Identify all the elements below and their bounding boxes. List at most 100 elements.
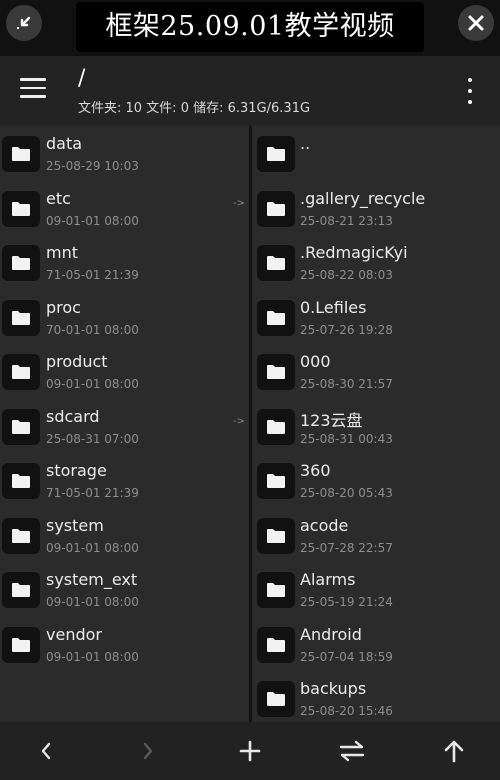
folder-icon — [257, 572, 295, 608]
file-date: 09-01-01 08:00 — [46, 649, 139, 664]
file-date: 70-01-01 08:00 — [46, 322, 139, 337]
file-date: 25-08-22 08:03 — [300, 268, 393, 282]
folder-icon — [257, 354, 295, 390]
file-name: backups — [300, 679, 367, 698]
file-name: 000 — [300, 352, 331, 371]
hamburger-menu-icon[interactable] — [20, 78, 48, 102]
folder-icon — [2, 136, 40, 172]
file-list-item[interactable]: sdcard 25-08-31 07:00 -> — [0, 399, 249, 454]
left-file-pane: data 25-08-29 10:03 etc 09-01-01 08:00 -> mnt… — [0, 126, 249, 722]
file-date: 09-01-01 08:00 — [46, 213, 139, 228]
file-list-item[interactable]: vendor 09-01-01 08:00 — [0, 617, 249, 672]
file-date: 09-01-01 08:00 — [46, 595, 139, 609]
file-name: .RedmagicKyi — [300, 243, 408, 262]
right-file-pane: .. .gallery_recycle 25-08-21 23:13 .Redmagi… — [252, 126, 500, 722]
file-date: 25-08-31 00:43 — [300, 431, 393, 446]
file-name: acode — [300, 515, 349, 535]
file-list-item[interactable]: Alarms 25-05-19 21:24 — [252, 562, 500, 617]
file-date: 25-05-19 21:24 — [300, 595, 393, 609]
file-list-item[interactable]: .RedmagicKyi 25-08-22 08:03 — [252, 235, 500, 290]
file-name: 360 — [300, 461, 331, 480]
file-name: .. — [300, 134, 311, 153]
file-list-item[interactable]: proc 70-01-01 08:00 — [0, 290, 249, 345]
folder-icon — [2, 626, 40, 663]
folder-icon — [2, 354, 40, 390]
file-list-item[interactable]: 360 25-08-20 05:43 — [252, 453, 500, 508]
file-name: sdcard — [46, 406, 100, 426]
folder-icon — [257, 190, 295, 227]
file-name: system_ext — [46, 570, 138, 589]
file-list-item[interactable]: Android 25-07-04 18:59 — [252, 617, 500, 672]
file-date: 25-07-26 19:28 — [300, 322, 393, 337]
file-name: data — [46, 134, 83, 153]
chevron-left-icon[interactable] — [26, 734, 66, 768]
file-name: 123云盘 — [300, 410, 363, 430]
symlink-arrow: -> — [233, 415, 245, 427]
file-list-item[interactable]: etc 09-01-01 08:00 -> — [0, 181, 249, 236]
file-name: etc — [46, 188, 71, 208]
folder-icon — [257, 408, 295, 445]
folder-icon — [2, 408, 40, 445]
file-list-item[interactable]: .. — [252, 126, 500, 181]
close-icon[interactable] — [458, 5, 494, 41]
file-date: 09-01-01 08:00 — [46, 540, 139, 555]
file-list-item[interactable]: .gallery_recycle 25-08-21 23:13 — [252, 181, 500, 236]
storage-stats: 文件夹: 10 文件: 0 储存: 6.31G/6.31G — [78, 101, 311, 116]
folder-icon — [257, 245, 295, 281]
file-name: Alarms — [300, 570, 356, 589]
top-overlay-bar: 框架25.09.01教学视频 — [0, 0, 500, 56]
folder-icon — [257, 681, 295, 717]
folder-icon — [2, 299, 40, 336]
folder-icon — [2, 190, 40, 227]
folder-icon — [257, 136, 295, 172]
bottom-action-bar — [0, 722, 500, 780]
current-path: / — [78, 66, 86, 91]
folder-icon — [257, 299, 295, 336]
file-date: 71-05-01 21:39 — [46, 268, 139, 282]
swap-arrows-icon[interactable] — [332, 734, 372, 768]
file-name: storage — [46, 461, 107, 480]
file-date: 25-08-20 15:46 — [300, 704, 393, 718]
file-list-item[interactable]: system 09-01-01 08:00 — [0, 508, 249, 563]
file-name: proc — [46, 297, 81, 317]
file-list-item[interactable]: product 09-01-01 08:00 — [0, 344, 249, 399]
file-date: 09-01-01 08:00 — [46, 377, 139, 391]
file-list-item[interactable]: 0.Lefiles 25-07-26 19:28 — [252, 290, 500, 345]
plus-icon[interactable] — [230, 734, 270, 768]
file-date: 25-08-29 10:03 — [46, 159, 139, 173]
folder-icon — [257, 517, 295, 554]
file-list-item[interactable]: 000 25-08-30 21:57 — [252, 344, 500, 399]
path-toolbar: / 文件夹: 10 文件: 0 储存: 6.31G/6.31G — [0, 56, 500, 126]
file-name: 0.Lefiles — [300, 297, 367, 317]
symlink-arrow: -> — [233, 197, 245, 209]
file-list-item[interactable]: mnt 71-05-01 21:39 — [0, 235, 249, 290]
file-list-item[interactable]: backups 25-08-20 15:46 — [252, 671, 500, 722]
file-date: 25-07-04 18:59 — [300, 649, 393, 664]
file-name: .gallery_recycle — [300, 188, 426, 208]
file-name: mnt — [46, 243, 78, 262]
file-list-item[interactable]: system_ext 09-01-01 08:00 — [0, 562, 249, 617]
file-name: Android — [300, 624, 362, 644]
chevron-right-icon[interactable] — [128, 734, 168, 768]
file-date: 25-08-30 21:57 — [300, 377, 393, 391]
arrow-up-icon[interactable] — [434, 734, 474, 768]
file-list-item[interactable]: data 25-08-29 10:03 — [0, 126, 249, 181]
folder-icon — [2, 245, 40, 281]
folder-icon — [2, 517, 40, 554]
folder-icon — [257, 463, 295, 499]
file-name: product — [46, 352, 108, 371]
file-list-item[interactable]: storage 71-05-01 21:39 — [0, 453, 249, 508]
file-name: vendor — [46, 624, 102, 644]
file-name: system — [46, 515, 104, 535]
folder-icon — [2, 572, 40, 608]
file-list-item[interactable]: acode 25-07-28 22:57 — [252, 508, 500, 563]
video-title-banner: 框架25.09.01教学视频 — [76, 2, 424, 52]
shrink-arrows-icon[interactable] — [6, 5, 42, 41]
file-date: 25-08-21 23:13 — [300, 213, 393, 228]
file-date: 25-08-20 05:43 — [300, 486, 393, 500]
file-date: 25-07-28 22:57 — [300, 540, 393, 555]
file-date: 71-05-01 21:39 — [46, 486, 139, 500]
file-list-item[interactable]: 123云盘 25-08-31 00:43 — [252, 399, 500, 454]
folder-icon — [2, 463, 40, 499]
more-vertical-icon[interactable] — [462, 78, 478, 104]
